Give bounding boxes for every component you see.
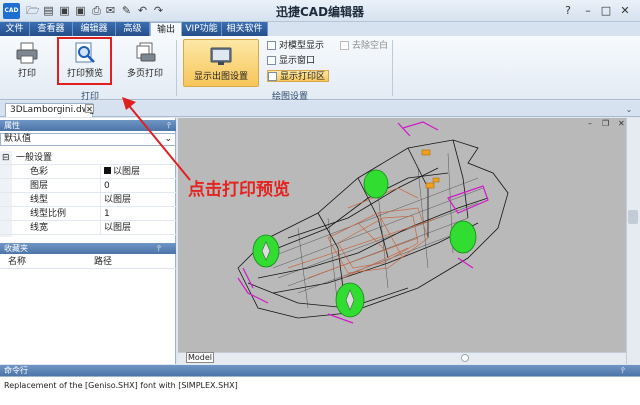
property-key: 线宽 bbox=[30, 223, 49, 233]
ribbon-separator bbox=[176, 40, 177, 96]
property-key: 图层 bbox=[30, 181, 49, 191]
multi-page-print-label: 多页打印 bbox=[126, 69, 163, 79]
tab-related-software[interactable]: 相关软件 bbox=[222, 22, 268, 36]
favorites-col-name[interactable]: 名称 bbox=[8, 256, 26, 269]
favorites-title-label: 收藏夹 bbox=[4, 244, 28, 253]
print-button-label: 打印 bbox=[17, 69, 36, 79]
option-remove-blank[interactable]: 去除空白 bbox=[340, 40, 388, 52]
favorites-title: 收藏夹 bbox=[0, 243, 176, 254]
command-line-title: 命令行 bbox=[0, 365, 640, 376]
option-show-window-label: 显示窗口 bbox=[279, 56, 316, 66]
highlight-box bbox=[57, 37, 112, 85]
model-tab[interactable]: Model bbox=[186, 352, 214, 363]
tab-advanced[interactable]: 高级 bbox=[116, 22, 150, 36]
maximize-button[interactable]: □ bbox=[598, 3, 614, 18]
tab-editor[interactable]: 编辑器 bbox=[73, 22, 116, 36]
document-tab[interactable]: 3DLamborgini.dwg bbox=[5, 103, 95, 117]
chevron-down-icon[interactable]: ⌄ bbox=[623, 104, 635, 115]
option-show-print-area[interactable]: 显示打印区 bbox=[267, 70, 330, 82]
favorites-col-path[interactable]: 路径 bbox=[94, 256, 112, 269]
property-row[interactable]: 线型 以图层 bbox=[0, 193, 176, 207]
display-settings-label: 显示出图设置 bbox=[193, 72, 248, 82]
close-tab-icon[interactable]: ✕ bbox=[85, 104, 94, 114]
tab-vip[interactable]: VIP功能 bbox=[182, 22, 222, 36]
help-icon[interactable]: ? bbox=[560, 3, 576, 18]
horizontal-scrollbar[interactable] bbox=[178, 352, 626, 364]
pin-icon[interactable]: ⫯ bbox=[618, 365, 628, 376]
restore-icon[interactable]: ❐ bbox=[602, 120, 610, 128]
command-line-title-label: 命令行 bbox=[4, 366, 28, 375]
multi-page-print-button[interactable]: 多页打印 bbox=[122, 38, 168, 84]
favorites-header: 名称 路径 bbox=[0, 256, 176, 269]
property-value[interactable]: 以图层 bbox=[100, 193, 176, 207]
property-row[interactable]: 线型比例 1 bbox=[0, 207, 176, 221]
pin-icon[interactable]: ⫯ bbox=[154, 243, 164, 254]
annotation-text: 点击打印预览 bbox=[188, 180, 290, 200]
document-tab-bar bbox=[0, 101, 640, 117]
option-remove-blank-label: 去除空白 bbox=[352, 41, 389, 51]
checkbox-icon bbox=[340, 41, 349, 50]
color-swatch-icon bbox=[104, 167, 111, 174]
option-show-print-area-label: 显示打印区 bbox=[280, 72, 326, 82]
tab-viewer[interactable]: 查看器 bbox=[30, 22, 73, 36]
option-model-display-label: 对模型显示 bbox=[279, 41, 325, 51]
checkbox-icon bbox=[268, 72, 277, 81]
command-output[interactable]: Replacement of the [Geniso.SHX] font wit… bbox=[0, 376, 640, 405]
property-key: 线型 bbox=[30, 195, 49, 205]
ribbon-separator bbox=[392, 40, 393, 96]
annotation-arrow bbox=[122, 97, 191, 181]
properties-section-label: 一般设置 bbox=[16, 153, 53, 163]
properties-select-value: 默认值 bbox=[4, 134, 32, 144]
collapse-icon[interactable]: ⊟ bbox=[2, 151, 10, 165]
close-icon[interactable]: ✕ bbox=[618, 120, 626, 128]
property-row[interactable]: 线宽 以图层 bbox=[0, 221, 176, 235]
print-button[interactable]: 打印 bbox=[8, 38, 46, 84]
vertical-scrollbar[interactable] bbox=[626, 118, 640, 364]
scrollbar-thumb[interactable] bbox=[628, 210, 638, 224]
car-wireframe-drawing[interactable] bbox=[178, 118, 626, 364]
checkbox-icon bbox=[267, 56, 276, 65]
scroll-knob-icon[interactable] bbox=[461, 354, 469, 362]
minimize-button[interactable]: – bbox=[580, 3, 596, 18]
tab-output[interactable]: 输出 bbox=[150, 22, 182, 36]
checkbox-icon bbox=[267, 41, 276, 50]
window-title: 迅捷CAD编辑器 bbox=[275, 5, 365, 19]
property-key: 色彩 bbox=[30, 167, 49, 177]
minimize-icon[interactable]: – bbox=[588, 120, 596, 128]
properties-title-label: 属性 bbox=[4, 121, 20, 130]
property-value[interactable]: 1 bbox=[100, 207, 176, 221]
document-tab-label: 3DLamborgini.dwg bbox=[10, 105, 95, 115]
display-settings-button[interactable]: 显示出图设置 bbox=[183, 39, 259, 87]
option-model-display[interactable]: 对模型显示 bbox=[267, 40, 324, 52]
display-settings-icon bbox=[210, 47, 232, 65]
property-value[interactable]: 以图层 bbox=[100, 221, 176, 235]
multi-page-print-icon bbox=[136, 42, 156, 62]
tab-file[interactable]: 文件 bbox=[0, 22, 30, 36]
property-key: 线型比例 bbox=[30, 209, 67, 219]
close-button[interactable]: ✕ bbox=[617, 3, 633, 18]
option-show-window[interactable]: 显示窗口 bbox=[267, 55, 315, 67]
command-output-text: Replacement of the [Geniso.SHX] font wit… bbox=[4, 381, 238, 390]
printer-icon bbox=[16, 42, 38, 64]
